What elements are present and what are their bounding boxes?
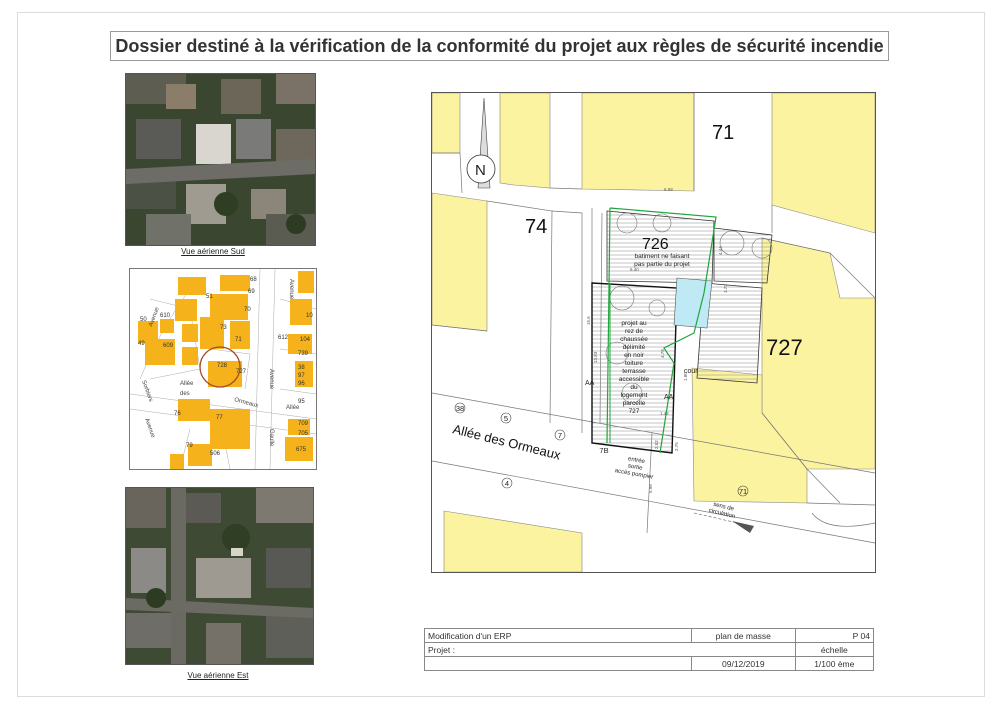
aerial-photo-east bbox=[125, 487, 314, 665]
dim-2: 6.40 bbox=[630, 267, 639, 272]
note-project-2: rez de bbox=[625, 328, 643, 335]
cad-parcel-675: 675 bbox=[296, 447, 307, 453]
note-project-10: logement bbox=[621, 392, 648, 399]
cartouche-date: 09/12/2019 bbox=[691, 656, 796, 671]
cad-parcel-739: 739 bbox=[298, 351, 309, 357]
cad-parcel-73: 73 bbox=[220, 325, 227, 331]
dim-12: 5.98 bbox=[648, 484, 653, 493]
dim-5: 15.6 bbox=[586, 316, 591, 325]
cad-parcel-69: 69 bbox=[248, 289, 255, 295]
cartouche-scale-label: échelle bbox=[794, 642, 875, 657]
note-project-11: parcelle bbox=[623, 400, 646, 407]
cad-street-des: des bbox=[180, 391, 190, 397]
house-number-7: 7 bbox=[558, 431, 562, 440]
cad-street-gaulle: Gaulle bbox=[268, 429, 274, 447]
cad-parcel-727: 727 bbox=[236, 369, 247, 375]
house-number-4: 4 bbox=[505, 479, 509, 488]
cad-parcel-612: 612 bbox=[278, 335, 289, 341]
parcel-71: 71 bbox=[712, 122, 734, 144]
note-project-7: terrasse bbox=[622, 368, 646, 375]
cad-parcel-506: 506 bbox=[210, 451, 221, 457]
note-project-8: accessible bbox=[619, 376, 650, 383]
cartouche-project-type: Modification d'un ERP bbox=[424, 628, 692, 643]
dim-3: 4.44 bbox=[718, 246, 723, 255]
cad-parcel-609: 609 bbox=[163, 343, 174, 349]
house-number-5: 5 bbox=[504, 414, 508, 423]
aerial-south-caption: Vue aérienne Sud bbox=[181, 247, 245, 256]
aerial-east-caption: Vue aérienne Est bbox=[187, 671, 249, 680]
parcel-726: 726 bbox=[642, 236, 669, 253]
cad-parcel-70: 70 bbox=[244, 307, 251, 313]
dim-9: 1.42 bbox=[660, 411, 669, 416]
cadastre-drawing: 68 69 51 70 50 610 73 609 71 49 728 727 … bbox=[130, 269, 316, 469]
cad-street-avenue-4: Avenue bbox=[288, 279, 294, 300]
note-project-3: chaussée bbox=[620, 336, 648, 343]
dim-8: 1.80 bbox=[683, 372, 688, 381]
cad-parcel-97: 97 bbox=[298, 373, 305, 379]
label-aa-left: AA bbox=[585, 380, 595, 387]
label-aa-right: AA bbox=[664, 394, 674, 401]
cad-parcel-10: 10 bbox=[306, 313, 313, 319]
aerial-east-image bbox=[126, 488, 313, 664]
cad-parcel-96: 96 bbox=[298, 381, 305, 387]
cad-parcel-71: 71 bbox=[235, 337, 242, 343]
dim-7: 4.78 bbox=[660, 349, 665, 358]
page-title: Dossier destiné à la vérification de la … bbox=[110, 31, 889, 61]
cad-street-avenue-2: Avenue bbox=[268, 369, 274, 390]
dim-11: 2.75 bbox=[674, 442, 679, 451]
cad-parcel-49: 49 bbox=[138, 341, 145, 347]
house-number-38: 38 bbox=[456, 404, 464, 413]
north-letter: N bbox=[475, 162, 486, 179]
cad-parcel-705: 705 bbox=[298, 431, 309, 437]
cad-parcel-610: 610 bbox=[160, 313, 171, 319]
site-plan-drawing: N 74 71 726 727 batiment ne faisant pas … bbox=[432, 93, 875, 572]
dim-6: 13.83 bbox=[593, 351, 598, 363]
cartouche-sheet: P 04 bbox=[794, 628, 875, 643]
cartouche-empty bbox=[424, 656, 692, 671]
cartouche-project-label: Projet : bbox=[424, 642, 796, 657]
house-number-7b: 7B bbox=[599, 446, 608, 455]
cad-parcel-50: 50 bbox=[140, 317, 147, 323]
cad-parcel-51: 51 bbox=[206, 294, 213, 300]
note-project-6: toiture bbox=[625, 360, 643, 367]
note-project-5: en noir bbox=[624, 352, 645, 359]
cad-parcel-104: 104 bbox=[300, 337, 311, 343]
note-726-line1: batiment ne faisant bbox=[635, 253, 690, 260]
cadastre-map: 68 69 51 70 50 610 73 609 71 49 728 727 … bbox=[129, 268, 317, 470]
note-project-1: projet au bbox=[621, 320, 647, 327]
cad-parcel-728: 728 bbox=[217, 363, 228, 369]
cad-parcel-79: 79 bbox=[186, 443, 193, 449]
cad-street-allee-2: Allée bbox=[286, 405, 300, 411]
parcel-74: 74 bbox=[525, 216, 547, 238]
cartouche-drawing-type: plan de masse bbox=[691, 628, 796, 643]
dim-10: 2.52 bbox=[654, 440, 659, 449]
aerial-photo-south bbox=[125, 73, 316, 246]
cad-street-allee: Allée bbox=[180, 381, 194, 387]
cad-parcel-38: 38 bbox=[298, 365, 305, 371]
site-plan: N 74 71 726 727 batiment ne faisant pas … bbox=[431, 92, 876, 573]
note-project-12: 727 bbox=[629, 408, 640, 415]
cad-parcel-709: 709 bbox=[298, 421, 309, 427]
pool bbox=[673, 277, 713, 329]
cad-parcel-68: 68 bbox=[250, 277, 257, 283]
cad-parcel-77: 77 bbox=[216, 415, 223, 421]
title-block: Modification d'un ERP plan de masse P 04… bbox=[424, 628, 875, 671]
cartouche-scale: 1/100 ème bbox=[794, 656, 875, 671]
dim-1: 6.08 bbox=[664, 187, 673, 192]
note-726-line2: pas partie du projet bbox=[634, 261, 690, 268]
note-project-9: du bbox=[630, 384, 638, 391]
cad-parcel-76: 76 bbox=[174, 411, 181, 417]
parcel-727: 727 bbox=[766, 335, 803, 360]
house-number-71: 71 bbox=[739, 487, 747, 496]
dim-4: 1.72 bbox=[723, 284, 728, 293]
aerial-south-image bbox=[126, 74, 315, 245]
note-project-4: délimité bbox=[623, 344, 646, 351]
